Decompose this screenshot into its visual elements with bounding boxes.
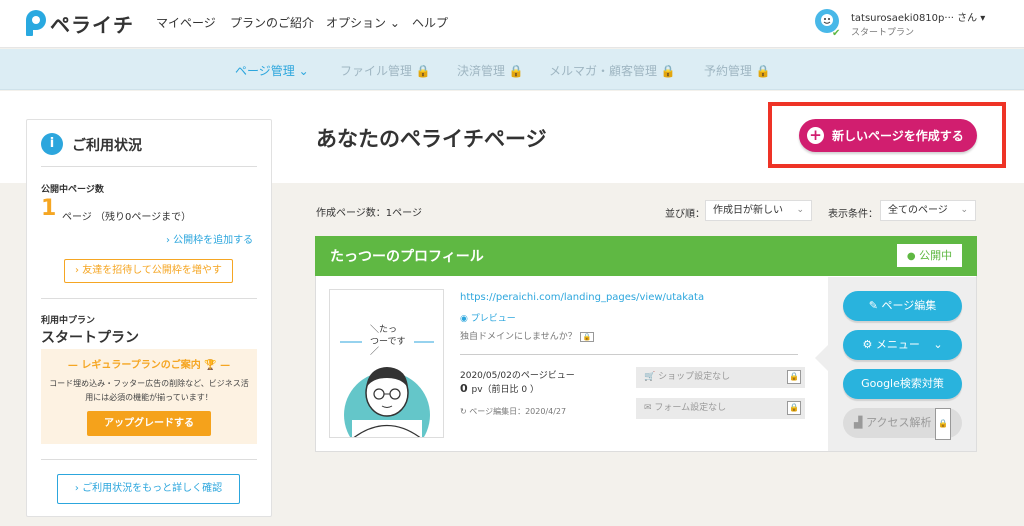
- divider: [41, 166, 257, 167]
- user-plan: スタートプラン: [851, 28, 915, 38]
- page-card-title[interactable]: たっつーのプロフィール: [330, 246, 484, 266]
- globe-icon: ●: [906, 251, 916, 262]
- usage-details-button[interactable]: › ご利用状況をもっと詳しく確認: [57, 474, 240, 504]
- refresh-icon: ↻: [460, 407, 467, 416]
- gear-icon: ⚙: [862, 338, 873, 351]
- top-header: [0, 0, 1024, 48]
- chevron-down-icon: ⌄: [960, 205, 968, 215]
- subnav-reservation-management[interactable]: 予約管理 🔒: [704, 62, 771, 79]
- add-slot-link[interactable]: › 公開枠を追加する: [166, 231, 253, 246]
- created-page-count: 作成ページ数：1ページ: [316, 208, 422, 219]
- peraichi-logo[interactable]: ペライチ: [26, 9, 134, 37]
- eye-icon: ◉: [460, 314, 468, 324]
- status-badge: ● 公開中: [897, 244, 962, 267]
- thumb-text-1: ＼たっ: [370, 324, 397, 335]
- nav-help[interactable]: ヘルプ: [412, 14, 448, 31]
- page-url-link[interactable]: https://peraichi.com/landing_pages/view/…: [460, 292, 704, 303]
- sort-select[interactable]: 作成日が新しい ⌄: [705, 200, 812, 221]
- panel-pointer: [815, 344, 829, 372]
- nav-options[interactable]: オプション ⌄: [326, 14, 400, 31]
- seo-button[interactable]: Google検索対策: [843, 369, 962, 399]
- subnav-payment-management[interactable]: 決済管理 🔒: [457, 62, 524, 79]
- chart-icon: ▟: [854, 416, 863, 429]
- chevron-down-icon: ⌄: [796, 205, 804, 215]
- lock-icon: 🔒: [787, 401, 801, 415]
- upgrade-button[interactable]: アップグレードする: [87, 411, 211, 436]
- promo-title: — レギュラープランのご案内 🏆 —: [67, 360, 231, 371]
- plan-name: スタートプラン: [41, 330, 139, 346]
- filter-select[interactable]: 全てのページ ⌄: [880, 200, 976, 221]
- cart-icon: 🛒: [644, 372, 656, 382]
- edit-date: ↻ ページ編集日：2020/4/27: [460, 407, 567, 416]
- lock-icon: 🔒: [787, 370, 801, 384]
- filter-value: 全てのページ: [888, 205, 948, 216]
- nav-plans[interactable]: プランのご紹介: [230, 14, 314, 31]
- user-name[interactable]: tatsurosaeki0810p··· さん ▾: [851, 9, 985, 24]
- promo-body: コード埋め込み・フッター広告の削除など、ビジネス活用には必須の機能が揃っています…: [49, 379, 249, 402]
- plus-icon: +: [807, 127, 824, 144]
- public-pages-label: 公開中ページ数: [41, 185, 104, 195]
- filter-label: 表示条件：: [828, 209, 878, 220]
- nav-mypage[interactable]: マイページ: [156, 14, 216, 31]
- svg-text:／: ／: [370, 346, 379, 357]
- preview-link[interactable]: ◉ プレビュー: [460, 311, 516, 324]
- divider: [41, 298, 257, 299]
- chevron-down-icon: ⌄: [933, 338, 943, 351]
- edit-page-button[interactable]: ✎ ページ編集: [843, 291, 962, 321]
- custom-domain-prompt[interactable]: 独自ドメインにしませんか？ 🔒: [460, 329, 595, 342]
- divider: [460, 354, 798, 355]
- create-page-label: 新しいページを作成する: [832, 129, 964, 143]
- create-page-button[interactable]: + 新しいページを作成する: [799, 119, 977, 152]
- lock-icon: 🔒: [579, 332, 595, 342]
- sort-value: 作成日が新しい: [713, 205, 783, 216]
- pageview-count: 0 pv（前日比 0 ）: [460, 382, 539, 395]
- logo-text: ペライチ: [50, 12, 134, 37]
- page-count: 1: [41, 196, 57, 221]
- page-thumbnail[interactable]: ＼たっ つーです ／: [329, 289, 444, 438]
- logo-mark-icon: [26, 10, 46, 36]
- check-icon: ✔: [832, 28, 841, 39]
- subnav-file-management[interactable]: ファイル管理 🔒: [340, 62, 431, 79]
- pencil-icon: ✎: [868, 299, 878, 312]
- page-count-text: ページ （残り0ページまで）: [62, 212, 192, 223]
- plan-label: 利用中プラン: [41, 316, 96, 326]
- pageview-date: 2020/05/02のページビュー: [460, 371, 575, 381]
- lock-icon: 🔒: [934, 408, 951, 440]
- shop-setting-button[interactable]: 🛒 ショップ設定なし 🔒: [636, 367, 805, 388]
- page-title: あなたのペライチページ: [316, 127, 547, 151]
- invite-friends-button[interactable]: › 友達を招待して公開枠を増やす: [64, 259, 233, 283]
- mail-icon: ✉: [644, 403, 652, 413]
- form-setting-button[interactable]: ✉ フォーム設定なし 🔒: [636, 398, 805, 419]
- sort-label: 並び順：: [665, 209, 705, 220]
- usage-title: ご利用状況: [72, 138, 142, 154]
- analytics-button[interactable]: ▟ アクセス解析 🔒: [843, 408, 962, 440]
- subnav-newsletter-management[interactable]: メルマガ・顧客管理 🔒: [549, 62, 676, 79]
- info-icon: i: [41, 133, 63, 155]
- thumb-text-2: つーです: [370, 336, 405, 347]
- divider: [41, 459, 257, 460]
- subnav-page-management[interactable]: ページ管理 ⌄: [235, 62, 309, 79]
- menu-button[interactable]: ⚙ メニュー ⌄: [843, 330, 962, 360]
